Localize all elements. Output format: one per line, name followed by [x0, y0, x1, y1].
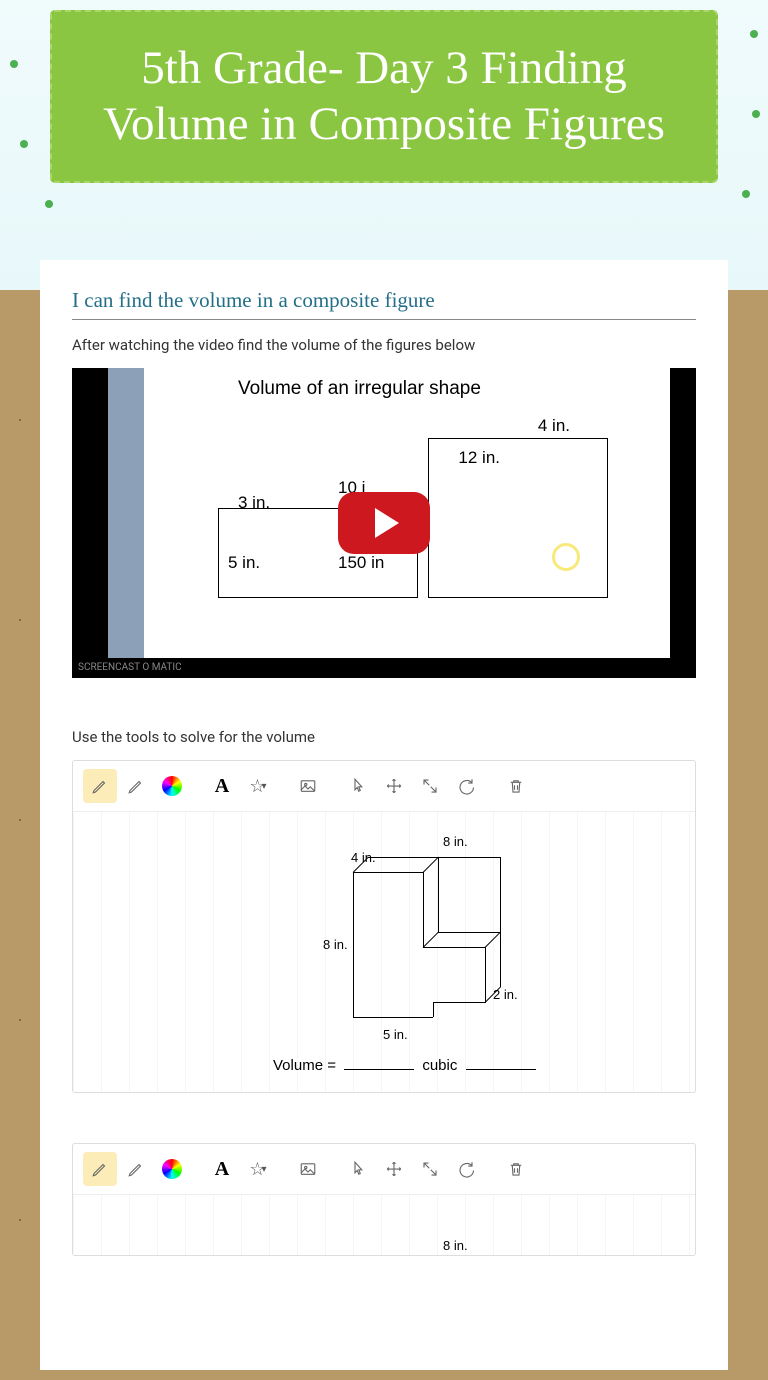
- video-sidebar: [108, 368, 144, 658]
- figure-label: 8 in.: [443, 1238, 468, 1253]
- blank-line: [344, 1069, 414, 1070]
- figure-edge: [368, 857, 438, 858]
- drawing-surface[interactable]: 8 in.: [73, 1195, 695, 1255]
- tool-instruction: Use the tools to solve for the volume: [72, 728, 696, 746]
- figure-edge: [438, 857, 500, 858]
- decoration-dot: [750, 30, 758, 38]
- image-tool-icon[interactable]: [291, 769, 325, 803]
- color-picker-icon[interactable]: [155, 1152, 189, 1186]
- content-area: I can find the volume in a composite fig…: [40, 260, 728, 1370]
- prism-shape: [428, 438, 608, 598]
- move-tool-icon[interactable]: [377, 769, 411, 803]
- canvas-toolbar: A ☆▾: [73, 1144, 695, 1195]
- volume-answer-line: Volume = cubic: [273, 1057, 540, 1074]
- fullscreen-tool-icon[interactable]: [413, 1152, 447, 1186]
- volume-unit-word: cubic: [422, 1057, 457, 1074]
- figure-edge: [438, 932, 500, 933]
- figure-edge: [423, 872, 424, 947]
- pen-tool-icon[interactable]: [119, 1152, 153, 1186]
- page-title: 5th Grade- Day 3 Finding Volume in Compo…: [72, 40, 696, 153]
- text-tool-icon[interactable]: A: [205, 1152, 239, 1186]
- cursor-highlight: [552, 543, 580, 571]
- figure-edge: [500, 932, 501, 987]
- shape-tool-icon[interactable]: ☆▾: [241, 769, 275, 803]
- figure-label: 8 in.: [323, 937, 348, 952]
- play-button-icon[interactable]: [338, 492, 430, 554]
- figure-edge: [423, 947, 485, 948]
- figure-label: 5 in.: [383, 1027, 408, 1042]
- figure-label: 8 in.: [443, 834, 468, 849]
- decoration-dot: [742, 190, 750, 198]
- color-picker-icon[interactable]: [155, 769, 189, 803]
- move-tool-icon[interactable]: [377, 1152, 411, 1186]
- pencil-tool-icon[interactable]: [83, 769, 117, 803]
- decoration-dot: [45, 200, 53, 208]
- canvas-toolbar: A ☆▾: [73, 761, 695, 812]
- video-title-overlay: Volume of an irregular shape: [238, 378, 481, 400]
- video-watermark: SCREENCAST O MATIC: [72, 658, 696, 678]
- trash-tool-icon[interactable]: [499, 1152, 533, 1186]
- learning-objective: I can find the volume in a composite fig…: [72, 288, 696, 320]
- figure-edge: [423, 932, 439, 948]
- figure-edge: [433, 1002, 434, 1017]
- figure-edge: [485, 932, 501, 948]
- fullscreen-tool-icon[interactable]: [413, 769, 447, 803]
- drawing-canvas-2: A ☆▾ 8 in.: [72, 1143, 696, 1256]
- figure-edge: [500, 857, 501, 932]
- redo-tool-icon[interactable]: [449, 1152, 483, 1186]
- figure-edge: [433, 1002, 486, 1003]
- pencil-tool-icon[interactable]: [83, 1152, 117, 1186]
- drawing-surface[interactable]: 8 in. 4 in. 8 in. 2 in. 5 in.: [73, 812, 695, 1092]
- decoration-dot: [20, 140, 28, 148]
- shape-tool-icon[interactable]: ☆▾: [241, 1152, 275, 1186]
- video-player[interactable]: Volume of an irregular shape 4 in. 12 in…: [72, 368, 696, 678]
- drawing-canvas-1: A ☆▾ 8 in. 4 in. 8 in. 2 in. 5 in.: [72, 760, 696, 1093]
- blank-line: [466, 1069, 536, 1070]
- trash-tool-icon[interactable]: [499, 769, 533, 803]
- decoration-dot: [752, 110, 760, 118]
- figure-label: 4 in.: [538, 416, 570, 436]
- figure-edge: [353, 1017, 433, 1018]
- decoration-dot: [10, 60, 18, 68]
- figure-edge: [485, 947, 486, 1002]
- header-background: 5th Grade- Day 3 Finding Volume in Compo…: [0, 0, 768, 290]
- pen-tool-icon[interactable]: [119, 769, 153, 803]
- figure-edge: [438, 857, 439, 932]
- pointer-tool-icon[interactable]: [341, 769, 375, 803]
- redo-tool-icon[interactable]: [449, 769, 483, 803]
- image-tool-icon[interactable]: [291, 1152, 325, 1186]
- figure-edge: [353, 872, 354, 1017]
- video-instruction: After watching the video find the volume…: [72, 336, 696, 354]
- pointer-tool-icon[interactable]: [341, 1152, 375, 1186]
- figure-edge: [353, 872, 423, 873]
- figure-edge: [423, 857, 439, 873]
- title-card: 5th Grade- Day 3 Finding Volume in Compo…: [50, 10, 718, 183]
- volume-prefix: Volume =: [273, 1057, 336, 1074]
- text-tool-icon[interactable]: A: [205, 769, 239, 803]
